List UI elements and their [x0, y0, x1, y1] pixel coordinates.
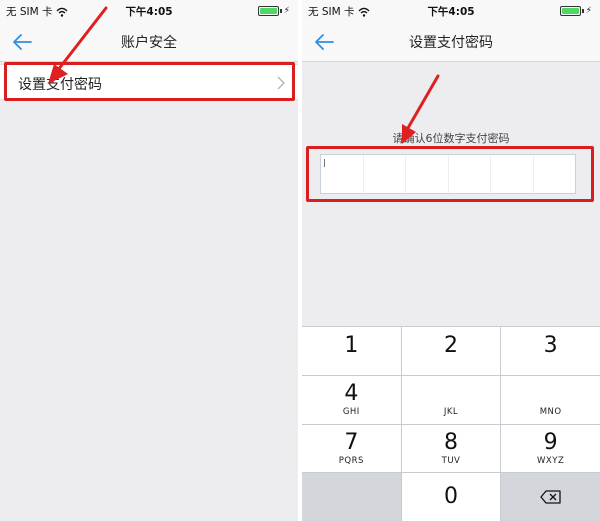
key-4[interactable]: 4 GHI: [302, 375, 401, 424]
key-7[interactable]: 7 PQRS: [302, 424, 401, 473]
key-1[interactable]: 1: [302, 327, 401, 375]
key-letters: MNO: [539, 407, 562, 418]
nav-bar: 设置支付密码: [302, 22, 600, 62]
highlight-box: [306, 146, 594, 202]
key-digit: 2: [443, 332, 458, 358]
key-8[interactable]: 8 TUV: [401, 424, 501, 473]
status-time: 下午4:05: [427, 6, 475, 18]
page-title: 设置支付密码: [409, 35, 493, 51]
key-letters: GHI: [342, 407, 360, 418]
key-digit: 9: [543, 429, 558, 455]
pin-prompt: 请确认6位数字支付密码: [392, 132, 510, 145]
key-2[interactable]: 2: [401, 327, 501, 375]
annotation-arrow-right: [402, 74, 440, 144]
charging-icon: ⚡: [585, 6, 592, 16]
key-digit: 8: [443, 429, 458, 455]
key-5[interactable]: 5JKL: [401, 375, 501, 424]
key-digit: 0: [443, 484, 458, 510]
battery-icon: ⚡: [559, 6, 592, 16]
key-digit: 7: [344, 429, 359, 455]
key-letters: PQRS: [338, 455, 364, 466]
battery-icon: ⚡: [257, 6, 290, 16]
key-blank: [302, 473, 401, 521]
key-0[interactable]: 0: [401, 473, 501, 521]
key-digit: 3: [543, 332, 558, 358]
key-6[interactable]: 6MNO: [501, 375, 600, 424]
backspace-icon: [540, 490, 561, 504]
key-digit: 1: [344, 332, 359, 358]
annotation-arrow-left: [48, 6, 108, 84]
numeric-keypad: 1 2 3 4GHI 5JKL 6MNO 7PQRS 8TUV 9WXYZ 0: [302, 326, 600, 521]
status-bar: 无 SIM 卡 下午4:05 ⚡: [302, 0, 600, 22]
key-digit: 4: [344, 381, 359, 407]
delete-key[interactable]: [501, 473, 600, 521]
key-letters: JKL: [443, 407, 459, 418]
set-payment-password-screen: 无 SIM 卡 下午4:05 ⚡ 设置支付密码 请确认6位数字支付密码 1 2 …: [302, 0, 600, 521]
key-9[interactable]: 9 WXYZ: [501, 424, 600, 473]
key-letters: TUV: [441, 455, 461, 466]
key-letters: WXYZ: [537, 455, 565, 466]
key-3[interactable]: 3: [501, 327, 600, 375]
charging-icon: ⚡: [283, 6, 290, 16]
